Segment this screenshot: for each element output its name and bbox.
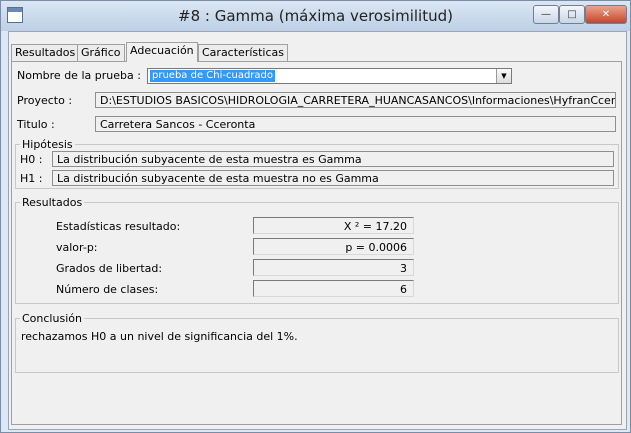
class-count-value: 6 <box>253 280 414 297</box>
results-group: Resultados Estadísticas resultado: X ² =… <box>15 196 619 304</box>
results-legend: Resultados <box>20 196 85 209</box>
tab-grafico[interactable]: Gráfico <box>77 44 125 61</box>
test-name-select[interactable]: prueba de Chi-cuadrado ▼ <box>147 68 512 84</box>
title-label: Titulo : <box>17 118 55 131</box>
test-name-label: Nombre de la prueba : <box>17 69 141 82</box>
h0-label: H0 : <box>20 153 43 166</box>
p-value-label: valor-p: <box>56 241 98 254</box>
degrees-freedom-label: Grados de libertad: <box>56 262 163 275</box>
tab-resultados[interactable]: Resultados <box>11 44 80 61</box>
h1-field: La distribución subyacente de esta muest… <box>52 170 614 186</box>
h1-label: H1 : <box>20 172 43 185</box>
title-bar[interactable]: #8 : Gamma (máxima verosimilitud) — □ ✕ <box>1 1 630 31</box>
chevron-down-icon[interactable]: ▼ <box>496 69 511 83</box>
maximize-button[interactable]: □ <box>559 5 585 24</box>
conclusion-group: Conclusión rechazamos H0 a un nivel de s… <box>15 312 619 373</box>
hypotheses-group: Hipótesis H0 : La distribución subyacent… <box>15 138 619 189</box>
tab-adecuacion[interactable]: Adecuación <box>126 42 198 62</box>
tab-panel-adecuacion: Nombre de la prueba : prueba de Chi-cuad… <box>11 61 622 425</box>
p-value-value: p = 0.0006 <box>253 238 414 255</box>
statistic-label: Estadísticas resultado: <box>56 220 181 233</box>
degrees-freedom-value: 3 <box>253 259 414 276</box>
client-area: Resultados Gráfico Adecuación Caracterís… <box>8 31 627 430</box>
conclusion-text: rechazamos H0 a un nivel de significanci… <box>21 330 298 343</box>
hypotheses-legend: Hipótesis <box>20 138 75 151</box>
statistic-value: X ² = 17.20 <box>253 217 414 234</box>
project-field: D:\ESTUDIOS BASICOS\HIDROLOGIA_CARRETERA… <box>95 92 616 108</box>
title-field: Carretera Sancos - Cceronta <box>95 116 616 132</box>
app-window: #8 : Gamma (máxima verosimilitud) — □ ✕ … <box>0 0 631 433</box>
tab-caracteristicas[interactable]: Características <box>198 44 289 61</box>
close-button[interactable]: ✕ <box>585 5 627 24</box>
minimize-button[interactable]: — <box>533 5 559 24</box>
class-count-label: Número de clases: <box>56 283 159 296</box>
conclusion-legend: Conclusión <box>20 312 84 325</box>
project-label: Proyecto : <box>17 94 73 107</box>
test-name-value: prueba de Chi-cuadrado <box>150 70 276 82</box>
h0-field: La distribución subyacente de esta muest… <box>52 151 614 167</box>
